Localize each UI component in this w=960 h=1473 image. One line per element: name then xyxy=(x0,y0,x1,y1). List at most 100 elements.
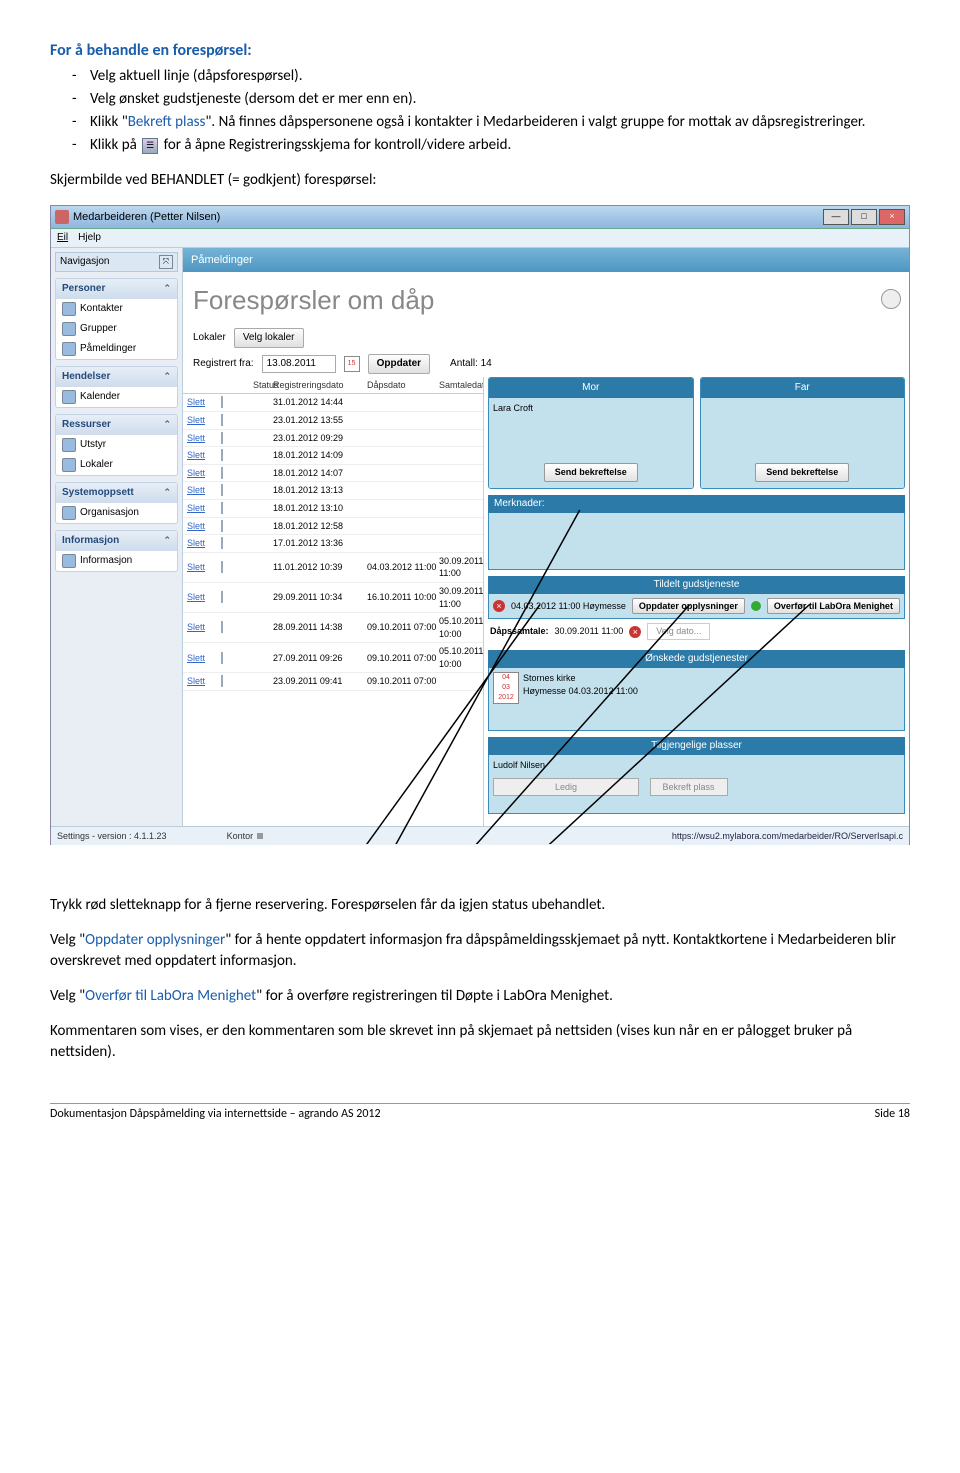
reg-date: 18.01.2012 12:58 xyxy=(273,520,367,533)
form-icon[interactable] xyxy=(221,484,223,496)
list-row[interactable]: Slett23.01.2012 13:55 xyxy=(183,412,483,430)
slett-link[interactable]: Slett xyxy=(187,591,221,604)
mor-header: Mor xyxy=(489,378,693,398)
sidebar-item[interactable]: Påmeldinger xyxy=(56,339,177,359)
velg-dato-button[interactable]: Velg dato... xyxy=(647,623,710,640)
form-icon[interactable] xyxy=(221,561,223,573)
page-title: Forespørsler om dåp xyxy=(183,272,434,324)
list-row[interactable]: Slett 18.01.2012 14:07 xyxy=(183,465,483,483)
sidebar-group-head[interactable]: Informasjon⌃ xyxy=(56,531,177,551)
slett-link[interactable]: Slett xyxy=(187,561,221,574)
sidebar-item[interactable]: Kalender xyxy=(56,387,177,407)
form-icon[interactable] xyxy=(221,432,223,444)
form-icon[interactable] xyxy=(221,652,223,664)
para-3: Velg "Overfør til LabOra Menighet" for å… xyxy=(50,986,910,1007)
dap-date: 16.10.2011 10:00 xyxy=(367,591,439,604)
sam-date: 05.10.2011 10:00 xyxy=(439,645,484,670)
form-icon[interactable] xyxy=(221,396,223,408)
slett-link[interactable]: Slett xyxy=(187,484,221,497)
slett-link[interactable]: Slett xyxy=(187,414,221,427)
bullet-list: Velg aktuell linje (dåpsforespørsel). Ve… xyxy=(50,66,910,156)
list-row[interactable]: Slett23.01.2012 09:29 xyxy=(183,430,483,448)
menu-file[interactable]: Eil xyxy=(57,231,68,245)
sidebar-group-head[interactable]: Ressurser⌃ xyxy=(56,415,177,435)
sidebar-item[interactable]: Organisasjon xyxy=(56,503,177,523)
slett-link[interactable]: Slett xyxy=(187,396,221,409)
bullet-4: Klikk på ☰ for å åpne Registreringsskjem… xyxy=(72,135,910,156)
form-icon[interactable] xyxy=(221,537,223,549)
list-row[interactable]: Slett18.01.2012 13:13 xyxy=(183,482,483,500)
slett-link[interactable]: Slett xyxy=(187,432,221,445)
list-row[interactable]: Slett31.01.2012 14:44 xyxy=(183,394,483,412)
reg-date: 28.09.2011 14:38 xyxy=(273,621,367,634)
form-icon[interactable] xyxy=(221,502,223,514)
list-row[interactable]: Slett18.01.2012 14:09 xyxy=(183,447,483,465)
page-footer: Dokumentasjon Dåpspåmelding via internet… xyxy=(50,1103,910,1123)
window-title: Medarbeideren (Petter Nilsen) xyxy=(73,210,220,225)
sam-date: 30.09.2011 11:00 xyxy=(439,555,484,580)
sidebar-group: Ressurser⌃UtstyrLokaler xyxy=(55,414,178,476)
onskede-tid: Høymesse 04.03.2012 11:00 xyxy=(523,685,638,698)
slett-link[interactable]: Slett xyxy=(187,652,221,665)
bekreft-plass-button[interactable]: Bekreft plass xyxy=(650,778,728,797)
form-icon[interactable] xyxy=(221,520,223,532)
menu-help[interactable]: Hjelp xyxy=(78,231,101,245)
slett-link[interactable]: Slett xyxy=(187,537,221,550)
overfor-button[interactable]: Overfør til LabOra Menighet xyxy=(767,598,900,615)
oppdater-button[interactable]: Oppdater xyxy=(368,354,430,374)
sidebar-item[interactable]: Kontakter xyxy=(56,299,177,319)
sidebar-item-icon xyxy=(62,390,76,404)
dap-date: 09.10.2011 07:00 xyxy=(367,652,439,665)
sidebar-group-head[interactable]: Systemoppsett⌃ xyxy=(56,483,177,503)
list-row[interactable]: Slett 18.01.2012 12:58 xyxy=(183,518,483,536)
oppdater-opplysninger-button[interactable]: Oppdater opplysninger xyxy=(632,598,745,615)
settings-gear-icon[interactable] xyxy=(881,289,901,309)
list-row[interactable]: Slett18.01.2012 13:10 xyxy=(183,500,483,518)
sidebar-item[interactable]: Lokaler xyxy=(56,455,177,475)
sidebar-item-label: Informasjon xyxy=(80,554,132,568)
sidebar-item[interactable]: Utstyr xyxy=(56,435,177,455)
close-button[interactable]: × xyxy=(879,209,905,225)
pin-icon[interactable]: ⤧ xyxy=(159,255,173,268)
list-row[interactable]: Slett23.09.2011 09:4109.10.2011 07:00 xyxy=(183,673,483,691)
sidebar-group: Personer⌃KontakterGrupperPåmeldinger xyxy=(55,278,178,360)
merknader-body[interactable] xyxy=(488,513,905,570)
list-row[interactable]: Slett28.09.2011 14:3809.10.2011 07:0005.… xyxy=(183,613,483,643)
slett-link[interactable]: Slett xyxy=(187,467,221,480)
calendar-icon[interactable]: 15 xyxy=(344,356,360,372)
slett-link[interactable]: Slett xyxy=(187,621,221,634)
list-row[interactable]: Slett11.01.2012 10:3904.03.2012 11:0030.… xyxy=(183,553,483,583)
sidebar-item[interactable]: Informasjon xyxy=(56,551,177,571)
form-icon[interactable] xyxy=(221,591,223,603)
form-icon[interactable] xyxy=(221,621,223,633)
form-icon[interactable] xyxy=(221,467,223,479)
far-send-button[interactable]: Send bekreftelse xyxy=(755,463,849,482)
sidebar-group-head[interactable]: Hendelser⌃ xyxy=(56,367,177,387)
slett-link[interactable]: Slett xyxy=(187,502,221,515)
daps-delete-icon[interactable]: × xyxy=(629,626,641,638)
slett-link[interactable]: Slett xyxy=(187,449,221,462)
sidebar-item[interactable]: Grupper xyxy=(56,319,177,339)
sidebar-item-icon xyxy=(62,554,76,568)
velg-lokaler-button[interactable]: Velg lokaler xyxy=(234,328,304,348)
slett-link[interactable]: Slett xyxy=(187,675,221,688)
form-icon[interactable] xyxy=(221,414,223,426)
minimize-button[interactable]: — xyxy=(823,209,849,225)
mor-send-button[interactable]: Send bekreftelse xyxy=(544,463,638,482)
dropdown-icon[interactable] xyxy=(257,833,263,839)
form-icon[interactable] xyxy=(221,675,223,687)
list-row[interactable]: Slett17.01.2012 13:36 xyxy=(183,535,483,553)
maximize-button[interactable]: □ xyxy=(851,209,877,225)
para-4: Kommentaren som vises, er den kommentare… xyxy=(50,1021,910,1063)
list-row[interactable]: Slett27.09.2011 09:2609.10.2011 07:0005.… xyxy=(183,643,483,673)
slett-link[interactable]: Slett xyxy=(187,520,221,533)
reg-date: 18.01.2012 14:07 xyxy=(273,467,367,480)
para-2: Velg "Oppdater opplysninger" for å hente… xyxy=(50,930,910,972)
date-input[interactable]: 13.08.2011 xyxy=(262,355,336,373)
page-tab[interactable]: Påmeldinger xyxy=(183,248,909,272)
form-icon[interactable] xyxy=(221,449,223,461)
mor-name: Lara Croft xyxy=(493,403,533,413)
delete-assignment-icon[interactable]: × xyxy=(493,600,505,612)
sidebar-group-head[interactable]: Personer⌃ xyxy=(56,279,177,299)
list-row[interactable]: Slett29.09.2011 10:3416.10.2011 10:0030.… xyxy=(183,583,483,613)
